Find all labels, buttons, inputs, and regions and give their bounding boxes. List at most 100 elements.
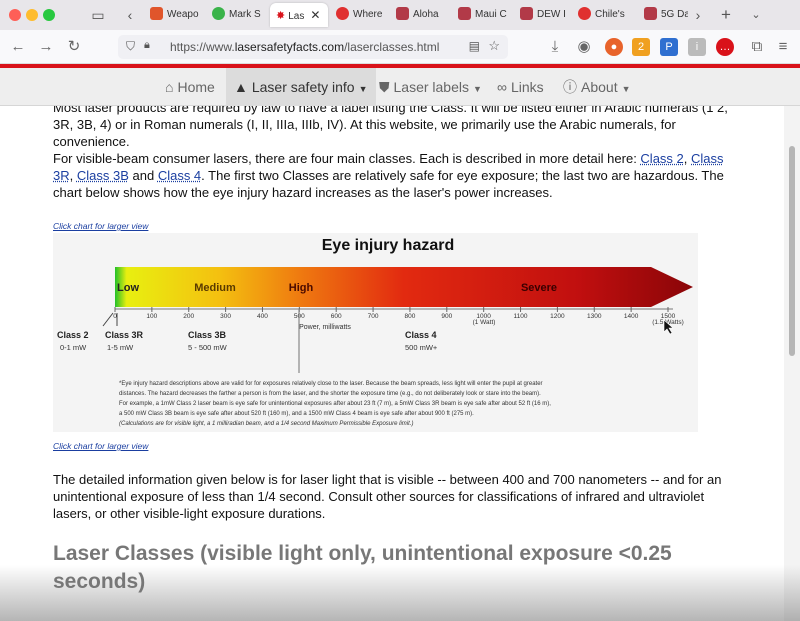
tag-icon: ⛊ [379, 79, 390, 95]
axis-tick-label: 900 [441, 313, 452, 320]
chat-extension-icon[interactable]: … [716, 38, 734, 56]
class2-name: Class 2 [57, 330, 89, 340]
class3b-range: 5 - 500 mW [188, 343, 228, 352]
extension-badge-icon[interactable]: 2 [632, 38, 650, 56]
axis-tick-label: 800 [405, 313, 416, 320]
close-tab-icon[interactable]: ✕ [310, 8, 320, 22]
chart-larger-view-link-top[interactable]: Click chart for larger view [53, 221, 148, 231]
maximize-window-button[interactable] [43, 9, 55, 21]
axis-tick-label: 1300 [587, 313, 602, 320]
classes-paragraph: For visible-beam consumer lasers, there … [53, 151, 724, 200]
zone-low-label: Low [117, 282, 139, 294]
zone-high-label: High [289, 282, 314, 294]
home-icon: ⌂ [165, 79, 174, 95]
intro-paragraph: Most laser products are required by law … [53, 106, 728, 149]
eye-injury-hazard-chart[interactable]: Eye injury hazard Low Medium High Severe… [53, 233, 698, 432]
axis-tick-label: 600 [331, 313, 342, 320]
class4-link[interactable]: Class 4 [158, 168, 201, 183]
class3b-name: Class 3B [188, 330, 227, 340]
close-window-button[interactable] [9, 9, 21, 21]
back-arrow-icon[interactable]: ← [8, 37, 28, 57]
download-icon[interactable]: ⤓ [545, 37, 565, 57]
tab-favicon-icon [212, 6, 225, 20]
chevron-down-icon: ▼ [358, 84, 368, 94]
chart-note-line-1: *Eye injury hazard descriptions above ar… [119, 381, 543, 387]
axis-tick-label: 1200 [550, 313, 565, 320]
tab-chiles[interactable]: Chile's [578, 3, 634, 27]
laser-favicon-icon: ✸ [276, 10, 286, 22]
shield-icon[interactable]: ⛉ [126, 39, 135, 54]
power-axis-label: Power, milliwatts [299, 324, 351, 331]
tab-list-chevron-icon[interactable]: ⌄ [746, 5, 766, 25]
class2-link[interactable]: Class 2 [640, 151, 683, 166]
page-scrollbar[interactable] [784, 106, 800, 621]
url-text[interactable]: https://www.lasersafetyfacts.com/lasercl… [170, 40, 439, 54]
site-navigation: ⌂ Home ▲ Laser safety info ▼ ⛊ Laser labels ▼… [0, 68, 800, 106]
tabs-scroll-left-icon[interactable]: ‹ [120, 5, 140, 25]
tab-favicon-icon [578, 6, 591, 20]
axis-tick-label: 200 [183, 313, 194, 320]
chart-larger-view-link-bottom[interactable]: Click chart for larger view [53, 441, 148, 451]
axis-tick-label: 400 [257, 313, 268, 320]
class3r-range: 1-5 mW [107, 343, 134, 352]
extensions-puzzle-icon[interactable]: ⧉ [747, 37, 767, 57]
chart-note-line-4: a 500 mW Class 3B beam is eye safe after… [119, 411, 474, 417]
browser-tab-strip: ▭ ‹ Weapo Mark S ✸ Las ✕ Where Aloha Maui … [0, 0, 800, 30]
menu-icon[interactable]: ≡ [773, 37, 793, 57]
zone-medium-label: Medium [194, 282, 236, 294]
tab-favicon-icon [458, 6, 471, 20]
chevron-down-icon: ▼ [621, 84, 631, 94]
minimize-window-button[interactable] [26, 9, 38, 21]
hazard-chart-graphic: Eye injury hazard Low Medium High Severe… [57, 237, 693, 427]
bookmark-star-icon[interactable]: ☆ [488, 38, 500, 54]
tab-favicon-icon [644, 6, 657, 20]
scrollbar-thumb[interactable] [789, 146, 795, 356]
class4-name: Class 4 [405, 330, 437, 340]
nav-home[interactable]: ⌂ Home [165, 68, 215, 106]
nav-laser-labels[interactable]: ⛊ Laser labels ▼ [379, 68, 482, 106]
account-icon[interactable]: ◉ [574, 37, 594, 57]
nav-laser-safety-info[interactable]: ▲ Laser safety info ▼ [226, 68, 376, 106]
new-tab-icon[interactable]: + [716, 5, 736, 25]
tab-weapo[interactable]: Weapo [150, 3, 200, 27]
chart-note-line-2: distances. The hazard decreases the fart… [119, 391, 541, 397]
forward-arrow-icon[interactable]: → [36, 37, 56, 57]
reader-view-icon[interactable]: ▤ [469, 39, 480, 53]
tab-favicon-icon [150, 6, 163, 20]
detailed-info-paragraph: The detailed information given below is … [53, 472, 722, 521]
axis-tick-label: 700 [368, 313, 379, 320]
browser-toolbar: ← → ↻ ⛉ 🔒︎ https://www.lasersafetyfacts.… [0, 30, 800, 64]
tab-aloha[interactable]: Aloha [396, 3, 446, 27]
tabs-scroll-right-icon[interactable]: › [688, 5, 708, 25]
tab-favicon-icon [336, 6, 349, 20]
nav-links[interactable]: ∞ Links [497, 68, 544, 106]
reload-icon[interactable]: ↻ [64, 37, 84, 57]
tab-dew[interactable]: DEW I [520, 3, 568, 27]
tab-mark[interactable]: Mark S [212, 3, 262, 27]
axis-tick-label: 1100 [514, 313, 528, 320]
chart-note-line-3: For example, a 1mW Class 2 laser beam is… [119, 401, 551, 407]
nav-about[interactable]: ⓘ About ▼ [563, 68, 631, 106]
warning-icon: ▲ [234, 79, 248, 95]
chevron-down-icon: ▼ [473, 84, 482, 94]
page-content: Most laser products are required by law … [0, 106, 784, 621]
link-icon: ∞ [497, 79, 507, 95]
class2-pointer [102, 312, 114, 327]
class3b-link[interactable]: Class 3B [77, 168, 129, 183]
lock-icon[interactable]: 🔒︎ [144, 39, 150, 52]
reader-extension-icon[interactable]: i [688, 38, 706, 56]
tab-maui[interactable]: Maui C [458, 3, 508, 27]
duckduckgo-extension-icon[interactable]: ● [605, 38, 623, 56]
tab-overview-icon[interactable]: ▭ [88, 5, 108, 25]
tab-where[interactable]: Where [336, 3, 384, 27]
tab-5g[interactable]: 5G Da [644, 3, 688, 27]
axis-tick-label: 1400 [624, 313, 639, 320]
p-extension-icon[interactable]: P [660, 38, 678, 56]
tab-lasers-active[interactable]: ✸ Las ✕ [270, 3, 328, 27]
address-bar[interactable]: ⛉ 🔒︎ https://www.lasersafetyfacts.com/la… [118, 35, 508, 59]
tick-1000-note: (1 Watt) [473, 319, 496, 326]
chart-note-line-5: (Calculations are for visible light, a 1… [119, 421, 413, 427]
axis-tick-label: 100 [146, 313, 157, 320]
class3r-name: Class 3R [105, 330, 144, 340]
laser-classes-heading: Laser Classes (visible light only, unint… [53, 542, 672, 593]
